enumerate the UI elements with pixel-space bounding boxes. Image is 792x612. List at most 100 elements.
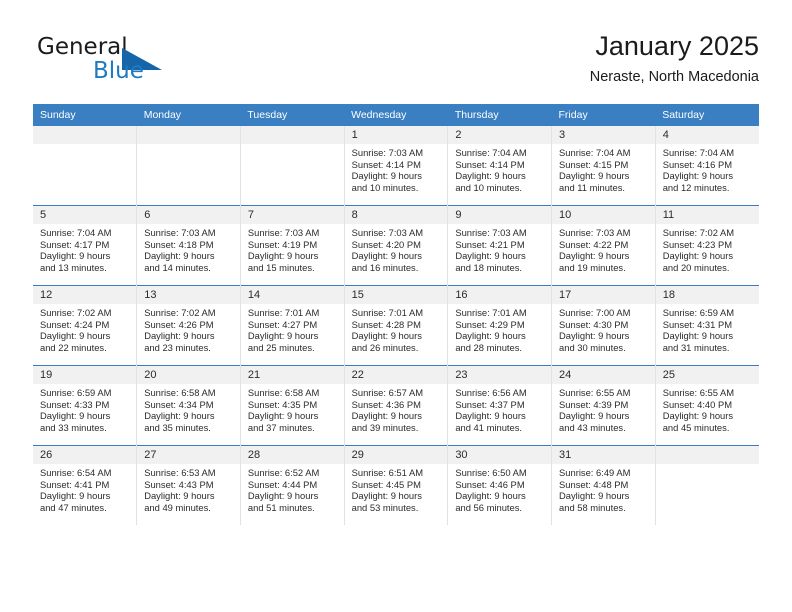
calendar-day-cell[interactable]: 21 Sunrise: 6:58 AM Sunset: 4:35 PM Dayligh… [239, 365, 345, 446]
day-number: 7 [240, 206, 344, 224]
calendar-day-cell[interactable]: 16 Sunrise: 7:01 AM Sunset: 4:29 PM Dayligh… [447, 285, 552, 366]
day-detail-line: Daylight: 9 hours [144, 490, 215, 502]
calendar-day-cell[interactable]: 29 Sunrise: 6:51 AM Sunset: 4:45 PM Dayligh… [343, 445, 448, 525]
day-detail-line: and 58 minutes. [559, 501, 626, 513]
day-cell-inner: 31 Sunrise: 6:49 AM Sunset: 4:48 PM Dayligh… [552, 446, 655, 525]
day-details: Sunrise: 6:58 AM Sunset: 4:34 PM Daylight:… [137, 384, 240, 433]
day-cell-inner: 25 Sunrise: 6:55 AM Sunset: 4:40 PM Dayligh… [655, 366, 759, 445]
day-detail-line: and 14 minutes. [144, 261, 211, 273]
day-detail-line: and 35 minutes. [144, 421, 211, 433]
calendar-week-row: 19 Sunrise: 6:59 AM Sunset: 4:33 PM Dayligh… [33, 365, 759, 446]
calendar-day-cell[interactable]: 4 Sunrise: 7:04 AM Sunset: 4:16 PM Daylight… [654, 126, 759, 206]
day-detail-line: and 37 minutes. [247, 421, 315, 433]
day-detail-line: Sunrise: 7:03 AM [559, 227, 631, 238]
brand-logo[interactable]: General Blue [37, 34, 167, 90]
calendar-day-cell[interactable]: 2 Sunrise: 7:04 AM Sunset: 4:14 PM Daylight… [447, 126, 552, 206]
day-number: 1 [344, 126, 448, 144]
day-details: Sunrise: 6:54 AM Sunset: 4:41 PM Daylight:… [33, 464, 136, 513]
day-detail-line: Daylight: 9 hours [662, 250, 734, 262]
page-title: January 2025 [595, 31, 759, 61]
day-detail-line: Sunset: 4:35 PM [247, 398, 318, 410]
calendar-day-cell[interactable]: 28 Sunrise: 6:52 AM Sunset: 4:44 PM Dayligh… [239, 445, 345, 525]
calendar-day-cell[interactable]: 3 Sunrise: 7:04 AM Sunset: 4:15 PM Daylight… [551, 126, 656, 206]
day-details: Sunrise: 6:57 AM Sunset: 4:36 PM Daylight:… [345, 384, 448, 433]
calendar-day-cell[interactable]: 10 Sunrise: 7:03 AM Sunset: 4:22 PM Dayligh… [551, 205, 656, 286]
day-details: Sunrise: 6:55 AM Sunset: 4:39 PM Daylight:… [552, 384, 655, 433]
day-detail-line: and 19 minutes. [559, 261, 626, 273]
calendar-day-cell[interactable]: 19 Sunrise: 6:59 AM Sunset: 4:33 PM Dayligh… [33, 365, 137, 446]
calendar-day-cell[interactable]: 1 Sunrise: 7:03 AM Sunset: 4:14 PM Daylight… [343, 126, 448, 206]
calendar-week-row: 26 Sunrise: 6:54 AM Sunset: 4:41 PM Dayligh… [33, 445, 759, 525]
day-detail-line: Daylight: 9 hours [247, 330, 319, 342]
calendar-day-cell[interactable]: 13 Sunrise: 7:02 AM Sunset: 4:26 PM Dayligh… [136, 285, 241, 366]
calendar-day-cell[interactable]: 8 Sunrise: 7:03 AM Sunset: 4:20 PM Daylight… [343, 205, 448, 286]
day-detail-line: Sunset: 4:15 PM [559, 158, 629, 170]
day-cell-inner: 17 Sunrise: 7:00 AM Sunset: 4:30 PM Dayligh… [552, 286, 655, 365]
day-detail-line: and 10 minutes. [351, 181, 419, 193]
calendar-day-cell[interactable]: 23 Sunrise: 6:56 AM Sunset: 4:37 PM Dayligh… [447, 365, 552, 446]
day-detail-line: Sunrise: 6:56 AM [455, 387, 527, 398]
calendar-day-cell[interactable]: 26 Sunrise: 6:54 AM Sunset: 4:41 PM Dayligh… [33, 445, 137, 525]
calendar-day-cell[interactable]: 9 Sunrise: 7:03 AM Sunset: 4:21 PM Daylight… [447, 205, 552, 286]
calendar-day-cell[interactable]: 14 Sunrise: 7:01 AM Sunset: 4:27 PM Dayligh… [239, 285, 345, 366]
day-cell-inner: 26 Sunrise: 6:54 AM Sunset: 4:41 PM Dayligh… [33, 446, 137, 525]
calendar-day-cell[interactable]: 11 Sunrise: 7:02 AM Sunset: 4:23 PM Dayligh… [654, 205, 759, 286]
calendar-day-cell[interactable]: 27 Sunrise: 6:53 AM Sunset: 4:43 PM Dayligh… [136, 445, 241, 525]
calendar-day-cell[interactable]: 12 Sunrise: 7:02 AM Sunset: 4:24 PM Dayligh… [33, 285, 137, 366]
day-detail-line: Sunrise: 7:03 AM [144, 227, 216, 238]
calendar-day-cell[interactable]: 30 Sunrise: 6:50 AM Sunset: 4:46 PM Dayligh… [447, 445, 552, 525]
day-details: Sunrise: 7:03 AM Sunset: 4:21 PM Daylight:… [448, 224, 551, 273]
calendar-day-cell[interactable]: 17 Sunrise: 7:00 AM Sunset: 4:30 PM Dayligh… [551, 285, 656, 366]
calendar-day-cell[interactable]: 20 Sunrise: 6:58 AM Sunset: 4:34 PM Dayligh… [136, 365, 241, 446]
day-number: 11 [655, 206, 759, 224]
day-detail-line: Sunrise: 7:00 AM [559, 307, 631, 318]
day-detail-line: Sunrise: 7:04 AM [559, 147, 631, 158]
day-number [33, 126, 137, 144]
day-number: 31 [552, 446, 655, 464]
day-detail-line: Daylight: 9 hours [144, 330, 215, 342]
day-detail-line: Sunrise: 6:58 AM [247, 387, 320, 398]
day-number: 6 [137, 206, 240, 224]
day-details: Sunrise: 7:01 AM Sunset: 4:27 PM Daylight:… [241, 304, 344, 353]
calendar-day-cell[interactable]: 7 Sunrise: 7:03 AM Sunset: 4:19 PM Daylight… [239, 205, 345, 286]
calendar-day-cell[interactable]: 22 Sunrise: 6:57 AM Sunset: 4:36 PM Dayligh… [343, 365, 448, 446]
day-detail-line: and 49 minutes. [144, 501, 211, 513]
day-details: Sunrise: 7:04 AM Sunset: 4:15 PM Daylight:… [552, 144, 655, 193]
day-detail-line: Daylight: 9 hours [144, 410, 215, 422]
day-detail-line: Sunset: 4:16 PM [662, 158, 733, 170]
day-detail-line: Sunrise: 6:59 AM [40, 387, 112, 398]
day-details: Sunrise: 6:58 AM Sunset: 4:35 PM Daylight:… [241, 384, 344, 433]
day-number: 27 [137, 446, 240, 464]
day-cell-inner: 27 Sunrise: 6:53 AM Sunset: 4:43 PM Dayligh… [137, 446, 240, 525]
day-details: Sunrise: 6:59 AM Sunset: 4:33 PM Daylight:… [33, 384, 136, 433]
calendar-day-cell[interactable]: 24 Sunrise: 6:55 AM Sunset: 4:39 PM Dayligh… [551, 365, 656, 446]
calendar-day-cell[interactable]: 18 Sunrise: 6:59 AM Sunset: 4:31 PM Dayligh… [654, 285, 759, 366]
day-detail-line: and 11 minutes. [559, 181, 626, 193]
calendar-day-cell[interactable]: 25 Sunrise: 6:55 AM Sunset: 4:40 PM Dayligh… [654, 365, 759, 446]
calendar-day-cell[interactable]: 15 Sunrise: 7:01 AM Sunset: 4:28 PM Dayligh… [343, 285, 448, 366]
day-cell-inner: 11 Sunrise: 7:02 AM Sunset: 4:23 PM Dayligh… [655, 206, 759, 285]
calendar-day-cell[interactable]: 31 Sunrise: 6:49 AM Sunset: 4:48 PM Dayligh… [551, 445, 656, 525]
day-detail-line: Daylight: 9 hours [662, 410, 734, 422]
day-number: 28 [240, 446, 344, 464]
day-detail-line: Sunrise: 7:04 AM [40, 227, 112, 238]
day-detail-line: Sunrise: 7:02 AM [662, 227, 735, 238]
day-cell-inner: 19 Sunrise: 6:59 AM Sunset: 4:33 PM Dayligh… [33, 366, 137, 445]
calendar-day-cell[interactable]: 6 Sunrise: 7:03 AM Sunset: 4:18 PM Daylight… [136, 205, 241, 286]
day-details: Sunrise: 7:03 AM Sunset: 4:22 PM Daylight:… [552, 224, 655, 273]
day-cell-inner: 18 Sunrise: 6:59 AM Sunset: 4:31 PM Dayligh… [655, 286, 759, 365]
day-details: Sunrise: 7:02 AM Sunset: 4:23 PM Daylight:… [656, 224, 759, 273]
day-cell-inner: 16 Sunrise: 7:01 AM Sunset: 4:29 PM Dayligh… [448, 286, 552, 365]
calendar-day-cell[interactable]: 5 Sunrise: 7:04 AM Sunset: 4:17 PM Daylight… [33, 205, 137, 286]
day-cell-inner: 14 Sunrise: 7:01 AM Sunset: 4:27 PM Dayligh… [240, 286, 344, 365]
day-cell-inner: 9 Sunrise: 7:03 AM Sunset: 4:21 PM Daylight… [448, 206, 552, 285]
weekday-header-cell: Sunday [33, 104, 137, 126]
day-detail-line: Sunset: 4:28 PM [351, 318, 421, 330]
day-detail-line: Sunset: 4:24 PM [40, 318, 110, 330]
day-detail-line: Daylight: 9 hours [144, 250, 215, 262]
day-detail-line: Sunrise: 6:51 AM [351, 467, 424, 478]
day-detail-line: Sunrise: 6:55 AM [662, 387, 735, 398]
day-detail-line: Sunset: 4:14 PM [351, 158, 421, 170]
day-detail-line: Sunset: 4:40 PM [662, 398, 733, 410]
day-detail-line: and 31 minutes. [662, 341, 730, 353]
